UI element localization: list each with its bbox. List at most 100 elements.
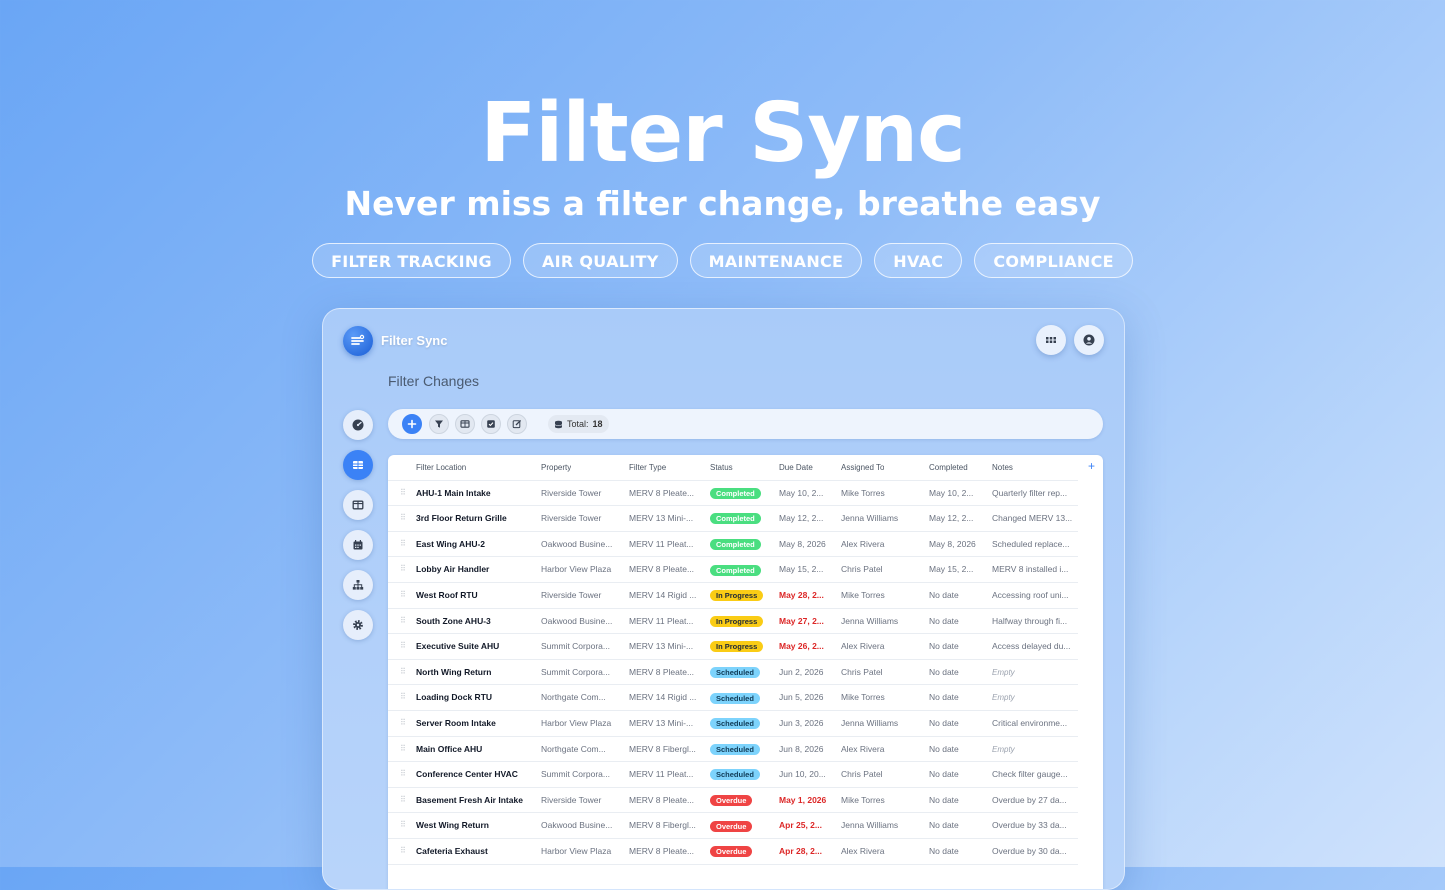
cell-location[interactable]: Basement Fresh Air Intake <box>416 788 536 813</box>
cell-property[interactable]: Summit Corpora... <box>541 660 619 685</box>
cell-assigned-to[interactable]: Jenna Williams <box>841 506 919 531</box>
cell-status[interactable]: Completed <box>710 506 761 531</box>
cell-notes[interactable]: Empty <box>992 660 1076 685</box>
cell-notes[interactable]: Accessing roof uni... <box>992 583 1076 608</box>
drag-handle-icon[interactable]: ⠿ <box>400 539 406 548</box>
col-filter-type[interactable]: Filter Type <box>629 455 666 480</box>
cell-assigned-to[interactable]: Alex Rivera <box>841 634 919 659</box>
table-row[interactable]: ⠿ Loading Dock RTU Northgate Com... MERV 14… <box>388 685 1078 711</box>
cell-notes[interactable]: Check filter gauge... <box>992 762 1076 787</box>
cell-assigned-to[interactable]: Alex Rivera <box>841 737 919 762</box>
cell-location[interactable]: Executive Suite AHU <box>416 634 536 659</box>
cell-assigned-to[interactable]: Alex Rivera <box>841 839 919 864</box>
drag-handle-icon[interactable]: ⠿ <box>400 488 406 497</box>
drag-handle-icon[interactable]: ⠿ <box>400 770 406 778</box>
drag-handle-icon[interactable]: ⠿ <box>400 591 406 599</box>
table-row[interactable]: ⠿ North Wing Return Summit Corpora... MERV … <box>388 660 1078 686</box>
table-row[interactable]: ⠿ South Zone AHU-3 Oakwood Busine... MERV 1… <box>388 609 1078 635</box>
cell-property[interactable]: Oakwood Busine... <box>541 532 619 557</box>
drag-handle-icon[interactable]: ⠿ <box>400 514 406 522</box>
cell-property[interactable]: Harbor View Plaza <box>541 839 619 864</box>
cell-status[interactable]: Completed <box>710 481 761 506</box>
drag-handle-icon[interactable]: ⠿ <box>400 667 406 676</box>
cell-status[interactable]: In Progress <box>710 609 764 634</box>
cell-assigned-to[interactable]: Mike Torres <box>841 583 919 608</box>
logo-icon[interactable] <box>343 326 373 356</box>
cell-notes[interactable]: Overdue by 27 da... <box>992 788 1076 813</box>
cell-location[interactable]: Server Room Intake <box>416 711 536 736</box>
cell-notes[interactable]: Changed MERV 13... <box>992 506 1076 531</box>
col-filter-location[interactable]: Filter Location <box>416 455 466 480</box>
cell-status[interactable]: Scheduled <box>710 660 760 685</box>
col-status[interactable]: Status <box>710 455 733 480</box>
cell-assigned-to[interactable]: Jenna Williams <box>841 711 919 736</box>
cell-location[interactable]: Lobby Air Handler <box>416 557 536 582</box>
cell-notes[interactable]: MERV 8 installed i... <box>992 557 1076 582</box>
add-record-button[interactable] <box>402 414 422 434</box>
col-due-date[interactable]: Due Date <box>779 455 813 480</box>
cell-status[interactable]: Completed <box>710 557 761 582</box>
select-button[interactable] <box>481 414 501 434</box>
cell-status[interactable]: Scheduled <box>710 711 760 736</box>
cell-location[interactable]: North Wing Return <box>416 660 536 685</box>
cell-property[interactable]: Riverside Tower <box>541 506 619 531</box>
cell-assigned-to[interactable]: Chris Patel <box>841 660 919 685</box>
sidebar-item-dashboard[interactable] <box>343 410 373 440</box>
drag-handle-icon[interactable]: ⠿ <box>400 821 406 829</box>
table-row[interactable]: ⠿ East Wing AHU-2 Oakwood Busine... MERV 11… <box>388 532 1078 558</box>
add-column-button[interactable]: + <box>1088 460 1095 472</box>
cell-property[interactable]: Riverside Tower <box>541 788 619 813</box>
cell-filter-type[interactable]: MERV 8 Fibergl... <box>629 813 707 838</box>
cell-status[interactable]: Overdue <box>710 839 753 864</box>
table-row[interactable]: ⠿ Lobby Air Handler Harbor View Plaza MERV … <box>388 557 1078 583</box>
drag-handle-icon[interactable]: ⠿ <box>400 744 406 753</box>
cell-property[interactable]: Riverside Tower <box>541 583 619 608</box>
cell-property[interactable]: Northgate Com... <box>541 685 619 710</box>
cell-status[interactable]: In Progress <box>710 634 764 659</box>
cell-notes[interactable]: Empty <box>992 685 1076 710</box>
drag-handle-icon[interactable]: ⠿ <box>400 847 406 855</box>
table-row[interactable]: ⠿ West Roof RTU Riverside Tower MERV 14 Rig… <box>388 583 1078 609</box>
cell-property[interactable]: Oakwood Busine... <box>541 609 619 634</box>
col-completed[interactable]: Completed <box>929 455 968 480</box>
cell-filter-type[interactable]: MERV 13 Mini-... <box>629 711 707 736</box>
cell-property[interactable]: Harbor View Plaza <box>541 557 619 582</box>
col-property[interactable]: Property <box>541 455 571 480</box>
cell-property[interactable]: Harbor View Plaza <box>541 711 619 736</box>
apps-grid-button[interactable] <box>1036 325 1066 355</box>
drag-handle-icon[interactable]: ⠿ <box>400 565 406 573</box>
cell-notes[interactable]: Scheduled replace... <box>992 532 1076 557</box>
cell-filter-type[interactable]: MERV 13 Mini-... <box>629 634 707 659</box>
cell-filter-type[interactable]: MERV 11 Pleat... <box>629 532 707 557</box>
cell-filter-type[interactable]: MERV 14 Rigid ... <box>629 685 707 710</box>
cell-location[interactable]: Cafeteria Exhaust <box>416 839 536 864</box>
cell-notes[interactable]: Halfway through fi... <box>992 609 1076 634</box>
cell-property[interactable]: Riverside Tower <box>541 481 619 506</box>
cell-notes[interactable]: Access delayed du... <box>992 634 1076 659</box>
cell-assigned-to[interactable]: Alex Rivera <box>841 532 919 557</box>
cell-filter-type[interactable]: MERV 13 Mini-... <box>629 506 707 531</box>
cell-filter-type[interactable]: MERV 8 Pleate... <box>629 788 707 813</box>
table-row[interactable]: ⠿ Conference Center HVAC Summit Corpora...… <box>388 762 1078 788</box>
cell-notes[interactable]: Empty <box>992 737 1076 762</box>
cell-notes[interactable]: Critical environme... <box>992 711 1076 736</box>
drag-handle-icon[interactable]: ⠿ <box>400 642 406 650</box>
cell-filter-type[interactable]: MERV 8 Pleate... <box>629 557 707 582</box>
cell-notes[interactable]: Overdue by 30 da... <box>992 839 1076 864</box>
cell-location[interactable]: Conference Center HVAC <box>416 762 536 787</box>
cell-assigned-to[interactable]: Chris Patel <box>841 762 919 787</box>
cell-location[interactable]: AHU-1 Main Intake <box>416 481 536 506</box>
cell-location[interactable]: Loading Dock RTU <box>416 685 536 710</box>
cell-notes[interactable]: Overdue by 33 da... <box>992 813 1076 838</box>
col-assigned-to[interactable]: Assigned To <box>841 455 884 480</box>
cell-assigned-to[interactable]: Mike Torres <box>841 788 919 813</box>
edit-button[interactable] <box>507 414 527 434</box>
drag-handle-icon[interactable]: ⠿ <box>400 616 406 625</box>
cell-status[interactable]: Overdue <box>710 813 753 838</box>
cell-assigned-to[interactable]: Jenna Williams <box>841 609 919 634</box>
cell-assigned-to[interactable]: Chris Patel <box>841 557 919 582</box>
table-row[interactable]: ⠿ AHU-1 Main Intake Riverside Tower MERV 8 … <box>388 481 1078 507</box>
cell-status[interactable]: In Progress <box>710 583 764 608</box>
cell-status[interactable]: Completed <box>710 532 761 557</box>
cell-assigned-to[interactable]: Jenna Williams <box>841 813 919 838</box>
